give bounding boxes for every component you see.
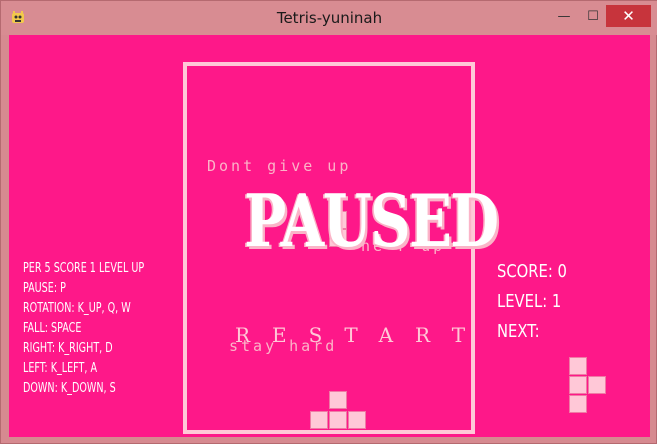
board-block	[348, 411, 366, 429]
close-button[interactable]: ✕	[606, 5, 651, 27]
title-bar[interactable]: Tetris-yuninah — ☐ ✕	[1, 1, 657, 35]
stats-panel: SCORE: 0 LEVEL: 1 NEXT:	[497, 257, 567, 347]
restart-button[interactable]: RESTART	[235, 323, 487, 347]
board-block	[329, 391, 347, 409]
board-block	[329, 411, 347, 429]
help-line: PER 5 SCORE 1 LEVEL UP	[23, 261, 145, 276]
game-surface[interactable]: Dont give up he r up stay hard PAUSED RE…	[9, 35, 650, 437]
help-line: FALL: SPACE	[23, 321, 82, 336]
next-label: NEXT:	[497, 321, 540, 342]
minimize-button[interactable]: —	[550, 5, 578, 27]
next-piece-block	[588, 376, 606, 394]
next-piece-block	[569, 357, 587, 375]
help-line: DOWN: K_DOWN, S	[23, 381, 116, 396]
help-line: RIGHT: K_RIGHT, D	[23, 341, 113, 356]
board-block	[310, 411, 328, 429]
score-label: SCORE: 0	[497, 261, 567, 282]
game-window: Tetris-yuninah — ☐ ✕ Dont give up he r u…	[0, 0, 657, 444]
next-piece-block	[569, 376, 587, 394]
help-line: LEFT: K_LEFT, A	[23, 361, 98, 376]
maximize-button[interactable]: ☐	[580, 5, 606, 27]
paused-label: PAUSED	[244, 178, 499, 263]
controls-help: PER 5 SCORE 1 LEVEL UP PAUSE: P ROTATION…	[23, 259, 144, 399]
level-label: LEVEL: 1	[497, 291, 562, 312]
motivational-text: Dont give up	[207, 157, 352, 175]
help-line: ROTATION: K_UP, Q, W	[23, 301, 131, 316]
next-piece-block	[569, 395, 587, 413]
help-line: PAUSE: P	[23, 281, 66, 296]
